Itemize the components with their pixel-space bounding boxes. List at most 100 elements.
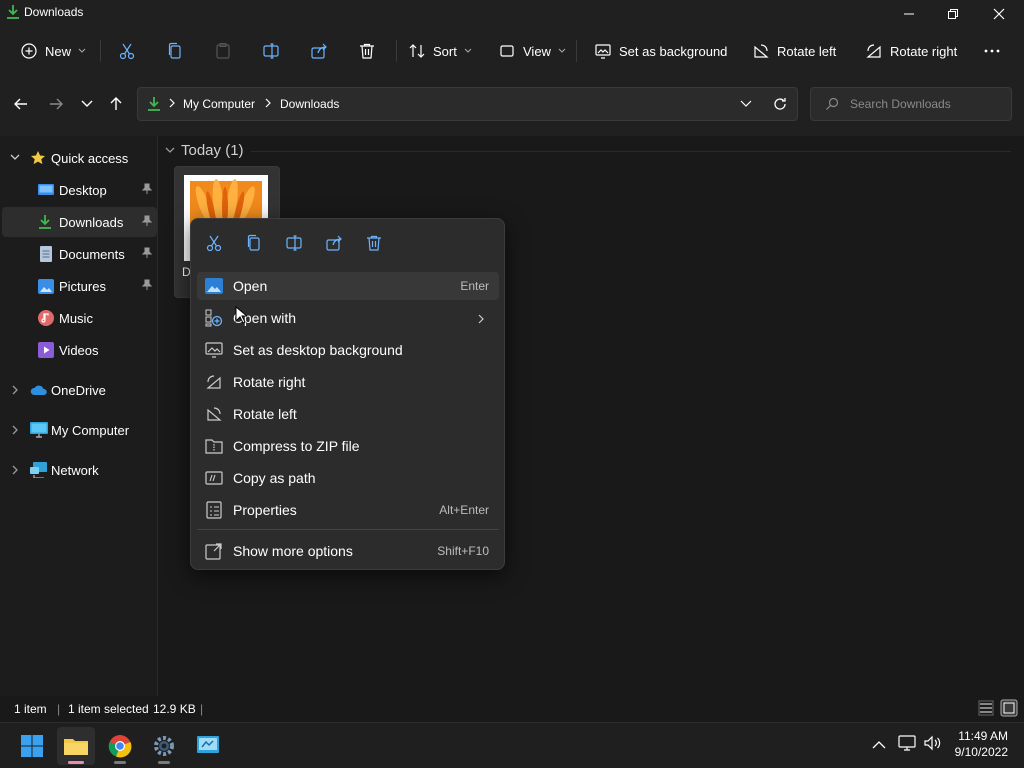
cut-button[interactable] xyxy=(201,231,227,255)
toolbar-divider xyxy=(576,40,577,62)
group-header[interactable]: Today (1) xyxy=(165,142,244,159)
rotate-left-label: Rotate left xyxy=(777,43,837,59)
sidebar-label: Music xyxy=(59,310,93,326)
delete-button[interactable] xyxy=(361,231,387,255)
share-button[interactable] xyxy=(306,36,332,66)
volume-icon[interactable] xyxy=(923,735,941,754)
menu-item-rotate-left[interactable]: Rotate left xyxy=(197,400,499,428)
sidebar-label: OneDrive xyxy=(51,382,106,398)
menu-item-set-desktop-background[interactable]: Set as desktop background xyxy=(197,336,499,364)
copy-button[interactable] xyxy=(241,231,267,255)
delete-button[interactable] xyxy=(354,36,380,66)
taskbar-chrome[interactable] xyxy=(101,727,139,765)
breadcrumb-downloads[interactable]: Downloads xyxy=(280,97,339,111)
paste-button[interactable] xyxy=(210,36,236,66)
chevron-down-icon[interactable] xyxy=(10,154,20,162)
gear-icon xyxy=(154,736,174,756)
sidebar-label: Videos xyxy=(59,342,99,358)
address-bar[interactable]: My Computer Downloads xyxy=(137,87,798,121)
sort-button[interactable]: Sort xyxy=(404,36,476,66)
details-view-icon xyxy=(978,700,994,716)
desktop-icon xyxy=(38,183,54,197)
scissors-icon xyxy=(206,235,222,252)
chrome-icon xyxy=(108,735,132,758)
network-status-icon[interactable] xyxy=(898,735,916,754)
group-header-label: Today (1) xyxy=(181,142,244,159)
share-icon xyxy=(311,43,327,59)
sidebar-item-documents[interactable]: Documents xyxy=(2,239,157,269)
sidebar-label: Documents xyxy=(59,246,125,262)
refresh-icon xyxy=(774,98,786,110)
sidebar-item-quick-access[interactable]: Quick access xyxy=(2,143,157,173)
start-button[interactable] xyxy=(13,727,51,765)
sidebar-item-my-computer[interactable]: My Computer xyxy=(2,415,157,445)
sidebar-item-pictures[interactable]: Pictures xyxy=(2,271,157,301)
restore-button[interactable] xyxy=(930,0,976,28)
scissors-icon xyxy=(119,43,135,60)
wallpaper-icon xyxy=(205,341,223,359)
menu-item-open[interactable]: Open Enter xyxy=(197,272,499,300)
item-count: 1 item xyxy=(14,702,47,716)
details-view-button[interactable] xyxy=(978,700,994,719)
windows-logo-icon xyxy=(21,735,43,757)
control-panel-icon xyxy=(197,736,219,753)
taskbar-settings[interactable] xyxy=(145,727,183,765)
new-button[interactable]: New xyxy=(16,36,90,66)
sidebar-item-videos[interactable]: Videos xyxy=(2,335,157,365)
sidebar-item-desktop[interactable]: Desktop xyxy=(2,175,157,205)
taskbar-file-explorer[interactable] xyxy=(57,727,95,765)
rotate-right-icon xyxy=(205,373,223,391)
chevron-right-icon[interactable] xyxy=(11,385,19,395)
videos-icon xyxy=(38,342,54,358)
search-input[interactable]: Search Downloads xyxy=(810,87,1012,121)
menu-item-label: Rotate right xyxy=(233,374,306,390)
menu-item-label: Open xyxy=(233,278,268,294)
system-clock[interactable]: 11:49 AM 9/10/2022 xyxy=(955,728,1008,760)
taskbar-control-panel[interactable] xyxy=(189,727,227,765)
address-history-dropdown[interactable] xyxy=(740,97,752,112)
clock-date: 9/10/2022 xyxy=(954,745,1008,759)
view-button[interactable]: View xyxy=(494,36,570,66)
sidebar-item-onedrive[interactable]: OneDrive xyxy=(2,375,157,405)
forward-button[interactable] xyxy=(44,92,68,116)
network-icon xyxy=(30,462,48,478)
menu-item-show-more-options[interactable]: Show more options Shift+F10 xyxy=(197,537,499,565)
sidebar-label: Network xyxy=(51,462,99,478)
chevron-right-icon[interactable] xyxy=(11,465,19,475)
set-background-button[interactable]: Set as background xyxy=(590,36,731,66)
sidebar-item-music[interactable]: Music xyxy=(2,303,157,333)
sidebar-label: Quick access xyxy=(51,150,129,166)
close-button[interactable] xyxy=(976,0,1022,28)
copy-button[interactable] xyxy=(162,36,188,66)
up-button[interactable] xyxy=(104,92,128,116)
menu-item-label: Copy as path xyxy=(233,470,316,486)
show-more-icon xyxy=(205,542,223,560)
cut-button[interactable] xyxy=(114,36,140,66)
sidebar-item-downloads[interactable]: Downloads xyxy=(2,207,157,237)
share-button[interactable] xyxy=(321,231,347,255)
menu-item-copy-as-path[interactable]: Copy as path xyxy=(197,464,499,492)
refresh-button[interactable] xyxy=(768,92,792,116)
menu-item-properties[interactable]: Properties Alt+Enter xyxy=(197,496,499,524)
rename-button[interactable] xyxy=(281,231,307,255)
recent-locations-button[interactable] xyxy=(75,92,99,116)
group-divider xyxy=(251,151,1011,152)
rename-button[interactable] xyxy=(258,36,284,66)
more-options-button[interactable] xyxy=(978,36,1006,66)
sidebar-item-network[interactable]: Network xyxy=(2,455,157,485)
share-icon xyxy=(326,235,342,251)
rotate-right-button[interactable]: Rotate right xyxy=(861,36,961,66)
menu-item-rotate-right[interactable]: Rotate right xyxy=(197,368,499,396)
rotate-left-button[interactable]: Rotate left xyxy=(748,36,840,66)
address-row: My Computer Downloads Search Downloads xyxy=(0,74,1024,136)
menu-item-compress-zip[interactable]: Compress to ZIP file xyxy=(197,432,499,460)
minimize-button[interactable] xyxy=(886,0,932,28)
status-separator: | xyxy=(57,702,61,716)
tiles-view-button[interactable] xyxy=(1000,699,1018,720)
download-icon xyxy=(38,214,52,230)
show-hidden-icons-button[interactable] xyxy=(872,738,886,753)
back-button[interactable] xyxy=(9,92,33,116)
breadcrumb-my-computer[interactable]: My Computer xyxy=(183,97,255,111)
chevron-right-icon[interactable] xyxy=(11,425,19,435)
menu-item-shortcut: Alt+Enter xyxy=(439,503,489,517)
